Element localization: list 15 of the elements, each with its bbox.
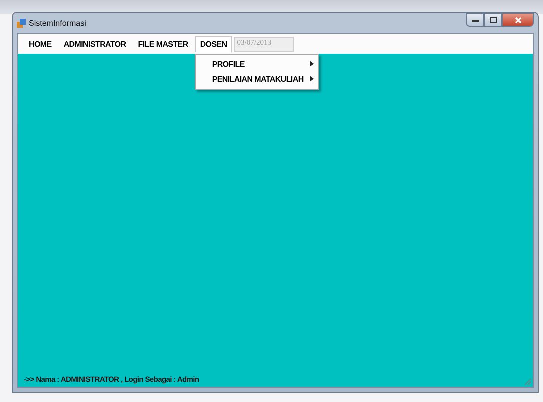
close-icon — [514, 16, 522, 24]
menu-item[interactable]: HOME — [24, 36, 57, 52]
app-icon — [17, 18, 26, 28]
menu-item[interactable]: ADMINISTRATOR — [58, 36, 132, 52]
maximize-icon — [490, 17, 496, 23]
minimize-icon — [472, 18, 478, 22]
menu-item[interactable]: FILE MASTER — [133, 36, 194, 52]
dropdown-item[interactable]: PROFILE — [196, 56, 318, 72]
dropdown-item[interactable]: PENILAIAN MATAKULIAH — [196, 72, 318, 86]
minimize-button[interactable] — [466, 13, 484, 27]
resize-grip-icon[interactable] — [524, 378, 532, 386]
maximize-button[interactable] — [484, 13, 502, 27]
close-button[interactable] — [502, 13, 534, 27]
menu-item[interactable]: DOSEN — [195, 36, 232, 52]
window-title: SistemInformasi — [29, 18, 88, 28]
